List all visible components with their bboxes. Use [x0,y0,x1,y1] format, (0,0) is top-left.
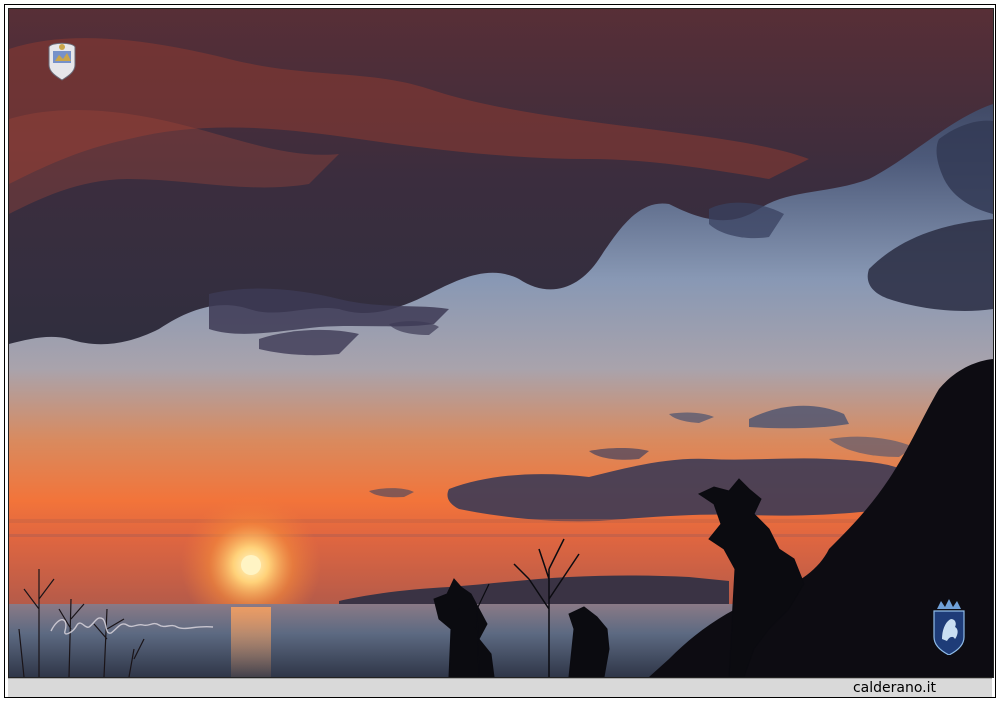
site-label: calderano.it [852,680,936,696]
caption-bar: calderano.it [8,678,992,697]
lion-shield-crest-icon [933,599,965,655]
town-emblem-icon [48,42,76,81]
sun [241,555,261,575]
sunset-photo [8,8,994,678]
haze-streak [9,519,993,523]
sunset-scene [9,9,993,677]
sun-reflection [231,607,271,677]
photographer-signature-icon [50,617,214,635]
